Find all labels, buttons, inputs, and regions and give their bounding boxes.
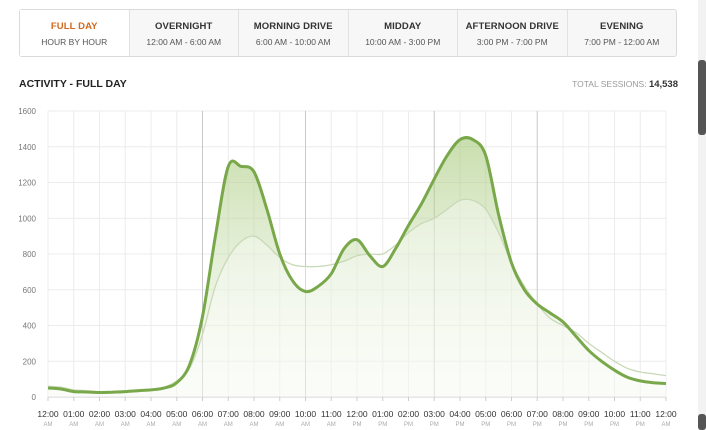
x-tick-ampm: AM	[327, 422, 336, 428]
total-sessions: TOTAL SESSIONS: 14,538	[572, 79, 678, 90]
tab-subtitle: HOUR BY HOUR	[41, 37, 108, 47]
x-tick-ampm: PM	[404, 422, 413, 428]
x-tick-label: 07:00	[218, 409, 240, 419]
x-tick-label: 01:00	[63, 409, 85, 419]
x-tick-label: 02:00	[89, 409, 111, 419]
total-sessions-value: 14,538	[648, 79, 678, 90]
x-tick-label: 08:00	[243, 409, 265, 419]
x-tick-label: 05:00	[475, 409, 497, 419]
page-scrollbar-thumb[interactable]	[698, 60, 706, 135]
x-tick-ampm: AM	[95, 422, 104, 428]
x-tick-label: 05:00	[166, 409, 188, 419]
x-tick-ampm: AM	[198, 422, 207, 428]
chart-title: ACTIVITY - FULL DAY	[19, 78, 127, 90]
tab-evening[interactable]: EVENING 7:00 PM - 12:00 AM	[568, 10, 677, 56]
y-tick-label: 0	[32, 393, 37, 402]
y-tick-label: 800	[23, 250, 37, 259]
x-tick-label: 03:00	[115, 409, 137, 419]
x-tick-ampm: PM	[533, 422, 542, 428]
x-tick-ampm: PM	[584, 422, 593, 428]
x-axis: 12:00 AM 01:00 AM 02:00 AM 03:00 AM 04:00 AM 05:00…	[37, 409, 677, 428]
y-tick-label: 200	[23, 357, 37, 366]
tab-afternoon-drive[interactable]: AFTERNOON DRIVE 3:00 PM - 7:00 PM	[458, 10, 568, 56]
activity-chart: 0 200 400 600 800 1000 1200 1400 1600 12:00 AM 01:…	[18, 107, 677, 428]
x-tick-label: 11:00	[630, 409, 651, 419]
x-tick-label: 07:00	[527, 409, 549, 419]
total-sessions-label: TOTAL SESSIONS:	[572, 79, 647, 89]
x-tick-label: 08:00	[552, 409, 574, 419]
tab-full-day[interactable]: FULL DAY HOUR BY HOUR	[20, 10, 130, 56]
x-tick-ampm: PM	[353, 422, 362, 428]
x-tick-label: 10:00	[604, 409, 626, 419]
daypart-tabs: FULL DAY HOUR BY HOUR OVERNIGHT 12:00 AM…	[19, 9, 677, 57]
x-tick-ampm: PM	[378, 422, 387, 428]
y-tick-label: 400	[23, 322, 37, 331]
tab-title: MIDDAY	[384, 21, 422, 32]
x-tick-ampm: PM	[610, 422, 619, 428]
x-tick-ampm: AM	[224, 422, 233, 428]
x-tick-label: 06:00	[501, 409, 523, 419]
y-axis: 0 200 400 600 800 1000 1200 1400 1600	[18, 107, 36, 402]
tab-title: FULL DAY	[50, 21, 98, 32]
y-tick-label: 1200	[18, 179, 36, 188]
x-tick-label: 02:00	[398, 409, 420, 419]
x-tick-label: 12:00	[655, 409, 677, 419]
tab-subtitle: 3:00 PM - 7:00 PM	[476, 37, 548, 47]
x-tick-ampm: PM	[430, 422, 439, 428]
x-tick-ampm: AM	[250, 422, 259, 428]
x-tick-ampm: PM	[481, 422, 490, 428]
y-tick-label: 1000	[18, 214, 36, 223]
x-tick-label: 04:00	[140, 409, 162, 419]
x-tick-label: 06:00	[192, 409, 214, 419]
x-tick-label: 11:00	[321, 409, 342, 419]
x-tick-label: 09:00	[578, 409, 600, 419]
x-tick-ampm: PM	[559, 422, 568, 428]
x-tick-label: 12:00	[37, 409, 59, 419]
tab-morning-drive[interactable]: MORNING DRIVE 6:00 AM - 10:00 AM	[239, 10, 349, 56]
tab-title: EVENING	[600, 21, 644, 32]
tab-overnight[interactable]: OVERNIGHT 12:00 AM - 6:00 AM	[130, 10, 239, 56]
x-tick-ampm: AM	[147, 422, 156, 428]
y-tick-label: 1600	[18, 107, 36, 116]
x-tick-ampm: AM	[275, 422, 284, 428]
tab-title: AFTERNOON DRIVE	[465, 21, 559, 32]
tab-subtitle: 6:00 AM - 10:00 AM	[255, 37, 331, 47]
x-tick-ampm: AM	[172, 422, 181, 428]
x-tick-label: 10:00	[295, 409, 317, 419]
x-tick-label: 09:00	[269, 409, 291, 419]
x-tick-ampm: AM	[662, 422, 671, 428]
x-tick-ampm: PM	[636, 422, 645, 428]
x-tick-ampm: PM	[456, 422, 465, 428]
y-tick-label: 600	[23, 286, 37, 295]
x-tick-ampm: AM	[44, 422, 53, 428]
tab-subtitle: 10:00 AM - 3:00 PM	[365, 37, 441, 47]
x-tick-label: 03:00	[424, 409, 446, 419]
tab-midday[interactable]: MIDDAY 10:00 AM - 3:00 PM	[349, 10, 458, 56]
tab-title: MORNING DRIVE	[253, 21, 333, 32]
x-tick-ampm: AM	[121, 422, 130, 428]
x-tick-label: 01:00	[372, 409, 394, 419]
tab-title: OVERNIGHT	[155, 21, 213, 32]
tab-subtitle: 12:00 AM - 6:00 AM	[146, 37, 222, 47]
x-tick-ampm: AM	[301, 422, 310, 428]
x-tick-ampm: PM	[507, 422, 516, 428]
y-tick-label: 1400	[18, 143, 36, 152]
x-tick-label: 12:00	[346, 409, 368, 419]
x-tick-label: 04:00	[449, 409, 471, 419]
page-scrollbar-down[interactable]	[698, 414, 706, 430]
x-tick-ampm: AM	[69, 422, 78, 428]
tab-subtitle: 7:00 PM - 12:00 AM	[584, 37, 660, 47]
